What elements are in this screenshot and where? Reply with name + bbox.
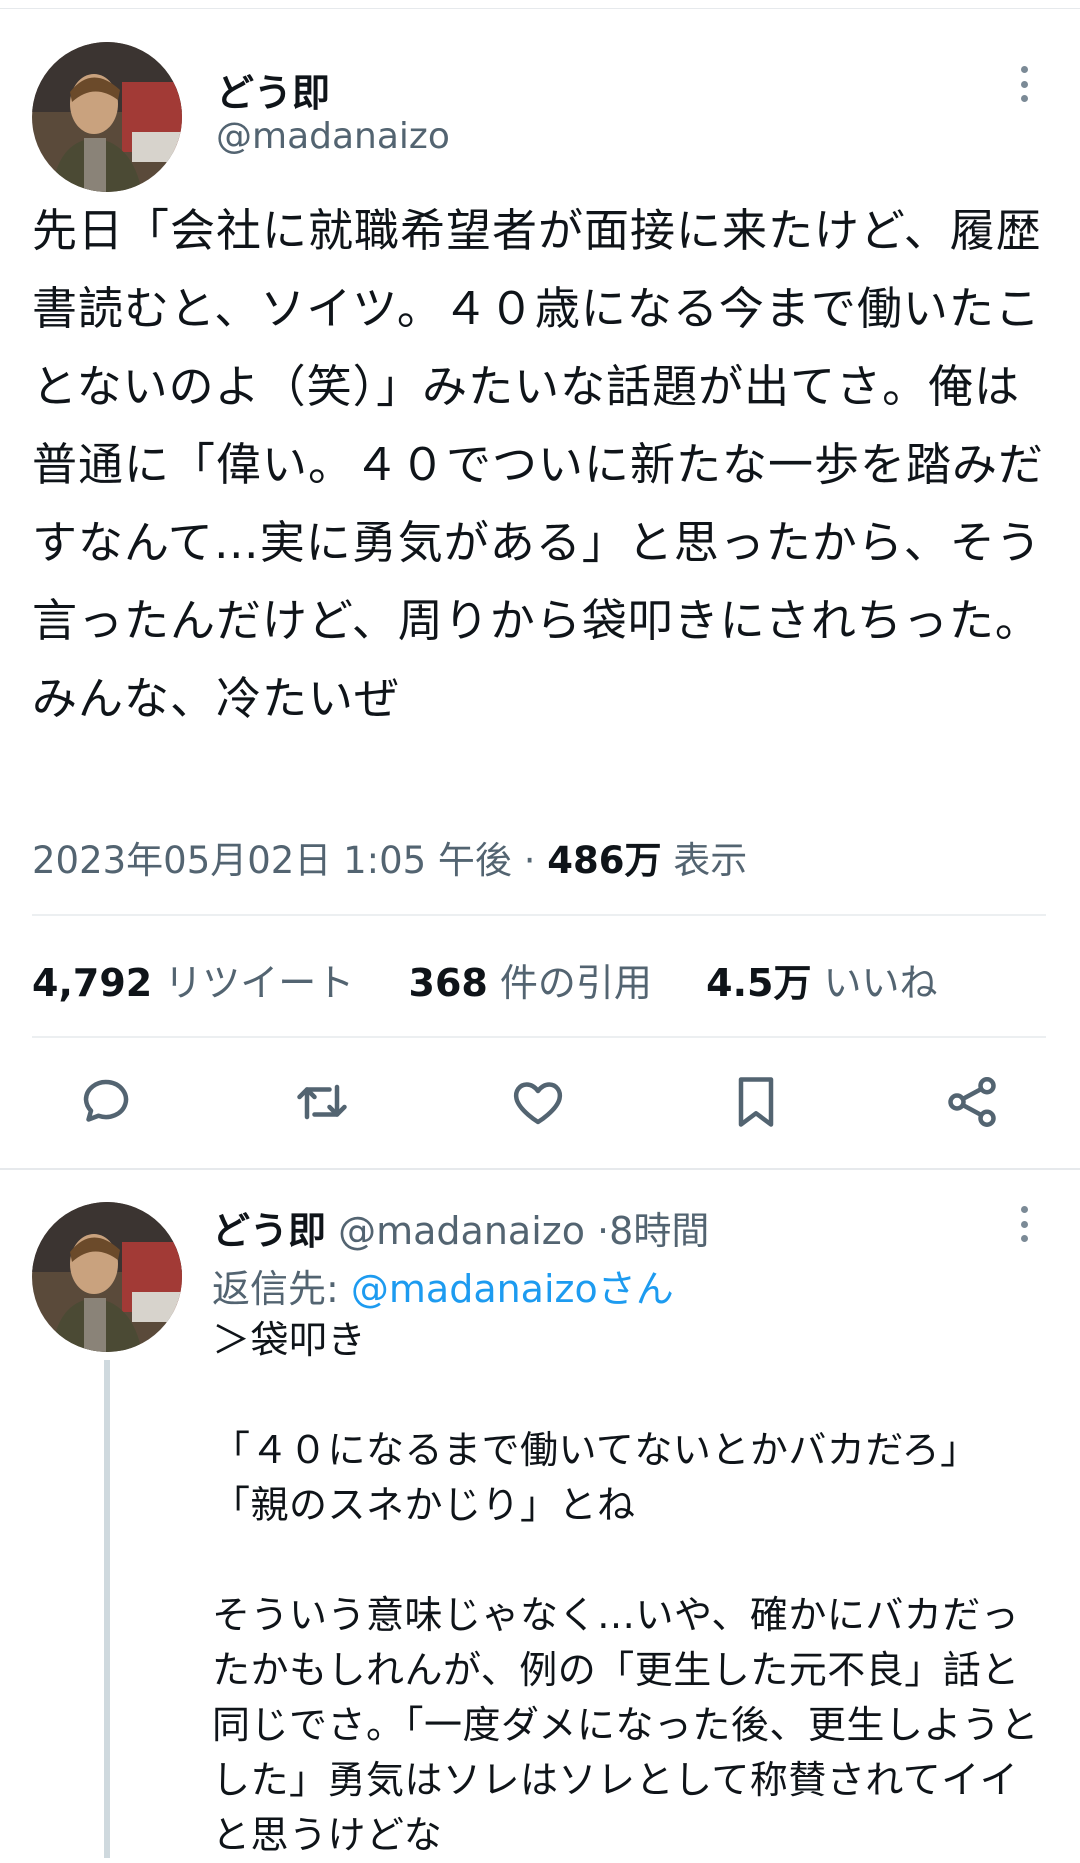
timestamp[interactable]: 2023年05月02日 1:05 午後 [32,839,512,882]
tweet-separator [0,1168,1080,1170]
user-handle[interactable]: @madanaizo [338,1209,585,1253]
reply-text: ＞袋叩き 「４０になるまで働いてないとかバカだろ」 「親のスネかじり」とね そう… [212,1318,1039,1857]
tweet-meta: 2023年05月02日 1:05 午後 · 486万 表示 [32,830,747,884]
thread-line [104,1360,110,1858]
more-options-icon[interactable] [1012,66,1036,102]
display-name[interactable]: どう即 [212,1209,326,1253]
replying-to-link[interactable]: @madanaizoさん [351,1267,674,1311]
avatar[interactable] [32,42,182,192]
time-ago[interactable]: 8時間 [609,1209,709,1253]
bookmark-icon[interactable] [726,1072,786,1132]
reply-header: どう即 @madanaizo ·8時間 [212,1200,709,1255]
retweets-label[interactable]: リツイート [164,961,354,1005]
meta-separator: · [523,839,536,882]
avatar[interactable] [32,1202,182,1352]
like-icon[interactable] [508,1072,568,1132]
likes-count[interactable]: 4.5万 [706,961,811,1005]
replying-to-label: 返信先: [212,1267,351,1311]
views-count[interactable]: 486万 [547,839,661,882]
likes-label[interactable]: いいね [824,961,938,1005]
views-label: 表示 [673,839,748,882]
more-options-icon[interactable] [1012,1206,1036,1242]
header-separator: · [597,1209,610,1253]
user-handle[interactable]: @madanaizo [216,116,450,157]
replying-to: 返信先: @madanaizoさん [212,1258,674,1313]
reply-icon[interactable] [76,1072,136,1132]
share-icon[interactable] [942,1072,1002,1132]
tweet-actions [0,1068,1080,1138]
top-divider [0,8,1080,9]
avatar-photo [32,42,182,192]
tweet-stats: 4,792 リツイート 368 件の引用 4.5万 いいね [32,952,938,1007]
tweet-text: 先日「会社に就職希望者が面接に来たけど、履歴書読むと、ソイツ。４０歳になる今まで… [32,204,1045,725]
quotes-label[interactable]: 件の引用 [500,961,652,1005]
divider [32,1036,1046,1038]
retweet-icon[interactable] [292,1072,352,1132]
quotes-count[interactable]: 368 [409,961,488,1005]
avatar-photo [32,1202,182,1352]
retweets-count[interactable]: 4,792 [32,961,152,1005]
display-name[interactable]: どう即 [216,62,330,117]
divider [32,914,1046,916]
